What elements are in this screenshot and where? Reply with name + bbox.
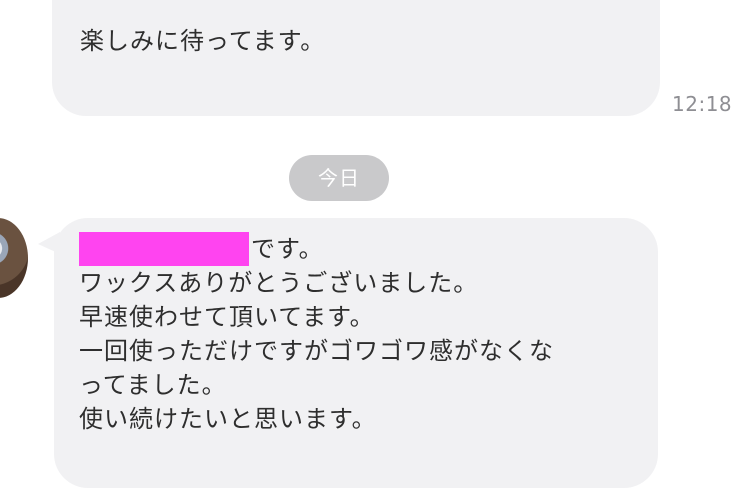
message-line-text: です。 xyxy=(251,235,324,263)
message-line-2: ワックスありがとうございました。 xyxy=(79,269,479,297)
message-line-1: です。 xyxy=(79,232,638,266)
message-line-5: ってました。 xyxy=(79,371,227,399)
message-text: 楽しみに待ってます。 xyxy=(80,27,326,55)
message-line-3: 早速使わせて頂いてます。 xyxy=(79,303,375,331)
message-timestamp: 12:18 xyxy=(672,92,733,116)
message-line-6: 使い続けたいと思います。 xyxy=(79,405,377,433)
message-line-4: 一回使っただけですがゴワゴワ感がなくな xyxy=(79,337,554,365)
avatar[interactable] xyxy=(0,218,28,298)
incoming-message-bubble: です。 ワックスありがとうございました。 早速使わせて頂いてます。 一回使っただ… xyxy=(54,218,658,488)
date-divider: 今日 xyxy=(289,155,389,201)
redacted-name xyxy=(79,232,249,266)
outgoing-message-bubble: 楽しみに待ってます。 xyxy=(52,0,660,116)
